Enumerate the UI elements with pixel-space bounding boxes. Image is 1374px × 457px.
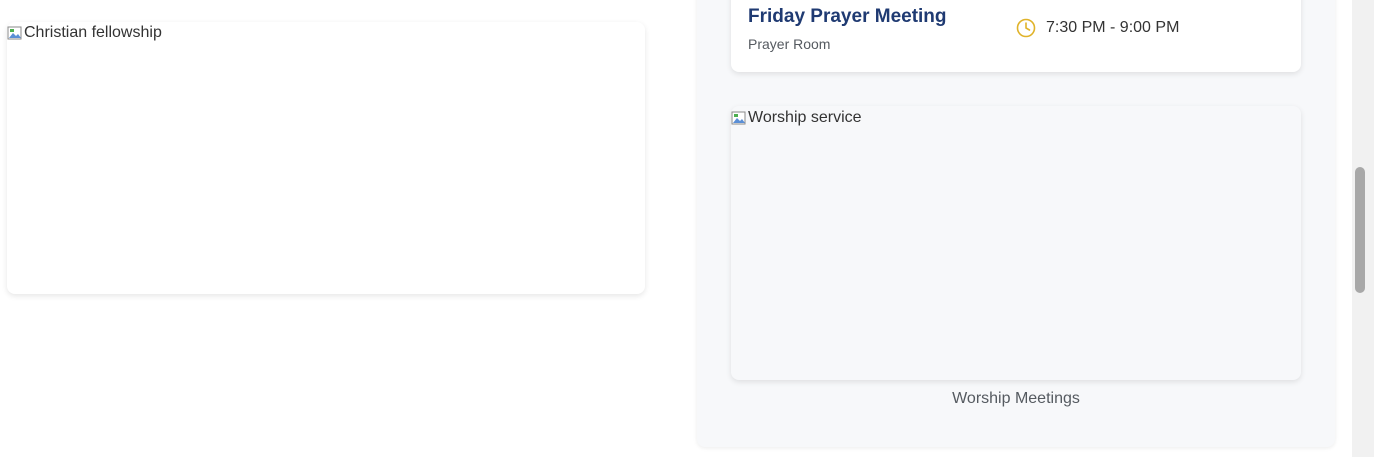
broken-image-icon bbox=[731, 110, 747, 126]
event-time-text: 7:30 PM - 9:00 PM bbox=[1046, 19, 1180, 36]
page: Christian fellowship Friday Prayer Meeti… bbox=[0, 0, 1374, 457]
fellowship-image-card bbox=[7, 22, 645, 294]
worship-image-card bbox=[731, 106, 1301, 380]
event-time: 7:30 PM - 9:00 PM bbox=[1016, 18, 1179, 38]
clock-icon bbox=[1016, 18, 1036, 38]
events-panel: Friday Prayer Meeting Prayer Room 7:30 P… bbox=[697, 0, 1335, 447]
event-title[interactable]: Friday Prayer Meeting bbox=[748, 6, 947, 28]
scrollbar-thumb[interactable] bbox=[1355, 167, 1365, 293]
broken-image-icon bbox=[7, 25, 23, 41]
worship-image-alt-text: Worship service bbox=[748, 109, 862, 126]
worship-caption: Worship Meetings bbox=[952, 390, 1080, 407]
event-card[interactable]: Friday Prayer Meeting Prayer Room 7:30 P… bbox=[731, 0, 1301, 72]
worship-image: Worship service bbox=[731, 109, 862, 127]
fellowship-image-alt-text: Christian fellowship bbox=[24, 24, 162, 41]
fellowship-image: Christian fellowship bbox=[7, 24, 162, 42]
event-location: Prayer Room bbox=[748, 36, 831, 52]
